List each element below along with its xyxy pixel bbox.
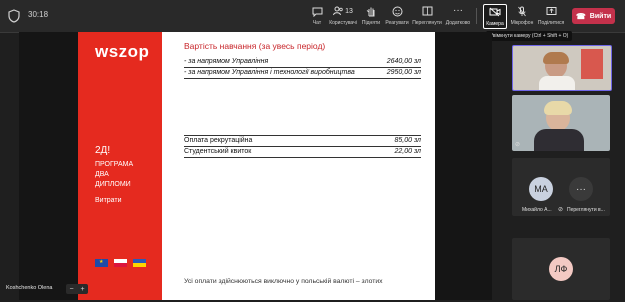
minus-icon[interactable]: − <box>69 286 73 293</box>
raise-hand-button[interactable]: Підняти <box>362 4 380 28</box>
video-tile-self[interactable] <box>512 45 612 91</box>
program-line: ДИПЛОМИ <box>95 181 131 188</box>
person-hair <box>543 52 569 64</box>
people-count: 13 <box>345 7 353 15</box>
screen-share-controls[interactable]: − + <box>66 284 88 294</box>
people-icon <box>333 6 343 16</box>
meeting-timer: 30:18 <box>28 10 49 19</box>
section-label: Витрати <box>95 197 122 204</box>
avatar: МА <box>529 177 553 201</box>
meeting-toolbar: 30:18 Чат 13 Користувачі Підняти Реагува… <box>0 0 625 33</box>
avatar-initials: ЛФ <box>554 264 568 274</box>
leave-button[interactable]: ☎ Вийти <box>572 8 615 24</box>
react-button[interactable]: Реагувати <box>385 4 409 28</box>
mic-off-icon: ⊘ <box>558 207 564 213</box>
chat-label: Чат <box>312 20 322 26</box>
slide-headline: 2Д! <box>95 145 111 156</box>
row-divider <box>184 67 421 68</box>
poland-flag-icon <box>114 259 127 267</box>
hand-icon <box>366 7 375 16</box>
shared-slide: wszop 2Д! ПРОГРАМА ДВА ДИПЛОМИ Витрати В… <box>78 32 435 300</box>
person-shoulders <box>534 129 584 151</box>
slide-footer-note: Усі оплати здійснюються виключно у польс… <box>184 278 383 285</box>
mic-icon <box>518 6 526 16</box>
person-hair <box>544 101 572 115</box>
fee-row-label: Оплата рекрутаційна <box>184 137 253 144</box>
more-icon: ··· <box>453 5 463 16</box>
view-label: Переглянути <box>412 20 442 26</box>
phone-icon: ☎ <box>575 11 586 21</box>
cost-row-label: - за напрямом Управління <box>184 58 269 65</box>
share-label: Поділитися <box>537 20 565 26</box>
wszop-logo: wszop <box>95 42 150 61</box>
flags <box>95 259 146 267</box>
row-divider <box>184 157 421 158</box>
smile-icon <box>392 6 402 16</box>
mic-off-icon: ⊘ <box>515 142 521 148</box>
row-divider <box>184 78 421 79</box>
participant-tile[interactable]: МА ··· Михайло А... ⊘ Переглянути в... <box>512 158 610 216</box>
fee-row-label: Студентський квиток <box>184 148 252 155</box>
fee-row-value: 22,00 зл <box>394 148 421 155</box>
plus-icon[interactable]: + <box>80 286 84 293</box>
participant-name: Михайло А... <box>522 207 552 213</box>
slide-red-panel: wszop 2Д! ПРОГРАМА ДВА ДИПЛОМИ Витрати <box>78 32 162 300</box>
camera-button[interactable]: Камера <box>483 4 507 29</box>
camera-icon <box>489 7 501 17</box>
more-button[interactable]: ··· Додатково <box>446 4 470 28</box>
cost-row-value: 2950,00 зл <box>386 69 421 76</box>
more-participants-icon[interactable]: ··· <box>569 177 593 201</box>
view-button[interactable]: Переглянути <box>412 4 442 28</box>
camera-label: Камера <box>486 21 504 27</box>
leave-label: Вийти <box>589 12 612 20</box>
toolbar-divider <box>476 8 477 24</box>
fee-row-value: 85,00 зл <box>394 137 421 144</box>
avatar-initials: МА <box>534 184 548 194</box>
view-all-link[interactable]: Переглянути в... <box>567 207 605 213</box>
people-button[interactable]: 13 Користувачі <box>329 4 357 28</box>
chat-icon <box>312 7 322 17</box>
program-line: ДВА <box>95 171 109 178</box>
mic-button[interactable]: Мікрофон <box>510 4 534 28</box>
background-poster <box>581 49 603 79</box>
eu-flag-icon <box>95 259 108 267</box>
view-icon <box>422 6 432 16</box>
mic-label: Мікрофон <box>510 20 534 26</box>
presenter-name: Koshchenko Olena <box>6 285 53 291</box>
ukraine-flag-icon <box>133 259 146 267</box>
participant-tile[interactable]: ЛФ <box>512 238 610 300</box>
people-label: Користувачі <box>329 20 357 26</box>
cost-row-label: - за напрямом Управління і технології ви… <box>184 69 355 76</box>
share-button[interactable]: Поділитися <box>538 4 564 28</box>
chat-button[interactable]: Чат <box>308 4 326 28</box>
program-line: ПРОГРАМА <box>95 161 134 168</box>
person-shoulders <box>539 76 575 90</box>
more-label: Додатково <box>445 20 471 26</box>
share-icon <box>546 7 556 15</box>
cost-row-value: 2640,00 зл <box>386 58 421 65</box>
video-tile-participant[interactable]: ⊘ <box>512 95 610 151</box>
slide-title: Вартість навчання (за увесь період) <box>184 41 326 51</box>
row-divider <box>184 135 421 136</box>
program-title: ПРОГРАМА ДВА ДИПЛОМИ <box>95 160 133 190</box>
react-label: Реагувати <box>385 20 409 26</box>
camera-tooltip: Увімкнути камеру (Ctrl + Shift + O) <box>486 31 573 41</box>
row-divider <box>184 146 421 147</box>
avatar: ЛФ <box>549 257 573 281</box>
shield-icon <box>8 9 20 23</box>
raise-hand-label: Підняти <box>361 20 381 26</box>
